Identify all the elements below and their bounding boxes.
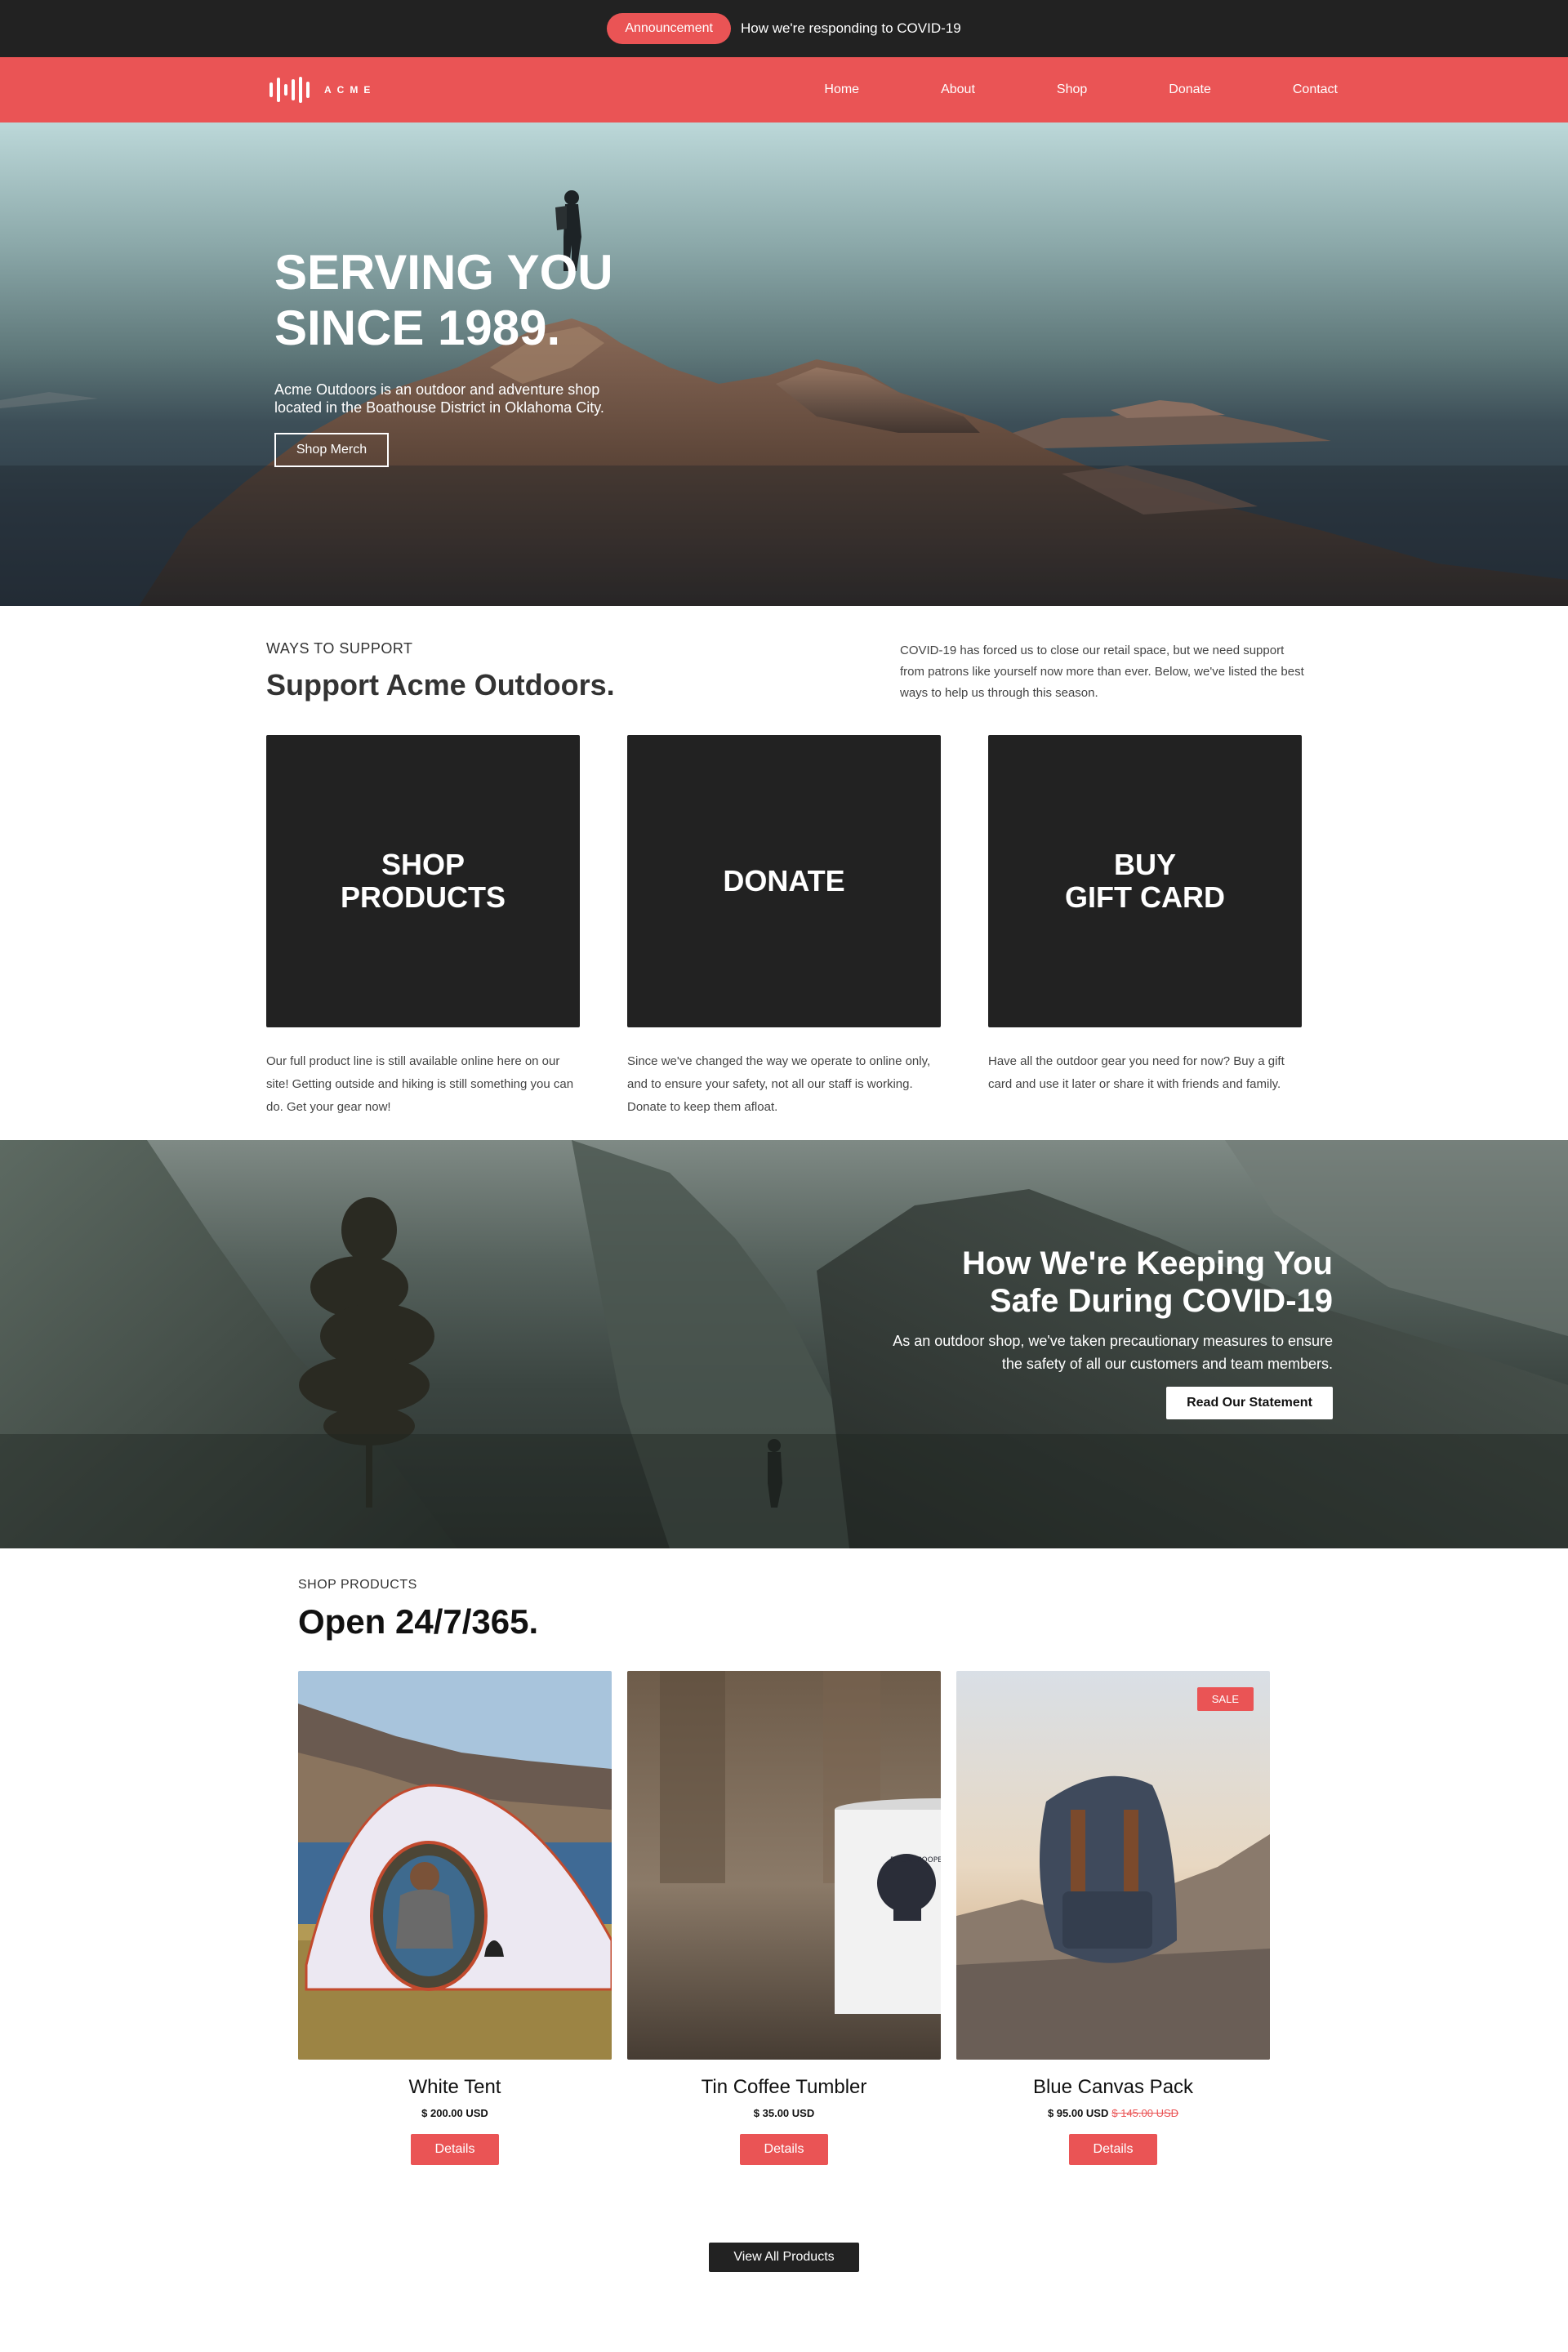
mug-print: DECAF POOPER: [890, 1856, 941, 1864]
nav-link-shop[interactable]: Shop: [1057, 82, 1087, 97]
shop-products-description: Our full product line is still available…: [266, 1054, 574, 1114]
hero-title-line2: SINCE 1989.: [274, 301, 561, 355]
nav-link-contact[interactable]: Contact: [1293, 82, 1338, 97]
brand-logo[interactable]: ACME: [270, 77, 376, 103]
donate-card-label: DONATE: [723, 864, 845, 898]
announcement-badge[interactable]: Announcement: [607, 13, 731, 44]
nav-link-donate[interactable]: Donate: [1169, 82, 1211, 97]
gift-card-card[interactable]: BUY GIFT CARD: [988, 735, 1302, 1027]
product-name: Blue Canvas Pack: [1032, 2076, 1194, 2098]
donate-description: Since we've changed the way we operate t…: [627, 1054, 931, 1114]
shop-products-card[interactable]: SHOP PRODUCTS: [266, 735, 580, 1027]
support-intro: COVID-19 has forced us to close our reta…: [900, 644, 1304, 700]
shop-products-card-label: SHOP PRODUCTS: [340, 848, 506, 914]
covid-section: How We're Keeping You Safe During COVID-…: [0, 1140, 1568, 1548]
white-tent-image[interactable]: [298, 1671, 612, 2060]
covid-title: How We're Keeping You Safe During COVID-…: [875, 1245, 1333, 1320]
shop-title: Open 24/7/365.: [298, 1602, 539, 1641]
hero-background-image: [0, 190, 1568, 606]
shop-merch-button[interactable]: Shop Merch: [274, 433, 389, 467]
donate-card[interactable]: DONATE: [627, 735, 941, 1027]
announcement-bar: Announcement How we're responding to COV…: [0, 0, 1568, 57]
covid-background-image: [0, 1140, 1568, 1548]
support-title: Support Acme Outdoors.: [266, 668, 615, 702]
product-card-blue-canvas-pack: SALE Blue Canvas Pack $ 95.00 USD $ 145.0…: [956, 1671, 1270, 2165]
support-section: WAYS TO SUPPORT Support Acme Outdoors. C…: [0, 606, 1568, 1140]
covid-title-line2: Safe During COVID-19: [989, 1283, 1333, 1319]
price-current: $ 35.00 USD: [753, 2107, 815, 2119]
tin-coffee-tumbler-details-button[interactable]: Details: [740, 2134, 828, 2165]
view-all-products-button[interactable]: View All Products: [709, 2243, 859, 2272]
covid-description: As an outdoor shop, we've taken precauti…: [893, 1333, 1333, 1372]
product-card-white-tent: White Tent $ 200.00 USD Details: [298, 1671, 612, 2165]
price-current: $ 95.00 USD: [1047, 2107, 1109, 2119]
nav-link-home[interactable]: Home: [824, 82, 859, 97]
main-navbar: ACME Home About Shop Donate Contact: [0, 57, 1568, 122]
hero-description: Acme Outdoors is an outdoor and adventur…: [274, 381, 604, 416]
sale-badge: SALE: [1196, 1687, 1254, 1711]
hero-content: SERVING YOU SINCE 1989. Acme Outdoors is…: [274, 245, 617, 467]
product-price: $ 200.00 USD: [298, 2107, 612, 2119]
nav-link-about[interactable]: About: [941, 82, 975, 97]
covid-content: How We're Keeping You Safe During COVID-…: [875, 1245, 1333, 1419]
announcement-link[interactable]: How we're responding to COVID-19: [741, 20, 961, 37]
price-original: $ 145.00 USD: [1111, 2107, 1179, 2119]
tin-coffee-tumbler-image[interactable]: DECAF POOPER: [627, 1671, 941, 2060]
shop-section: SHOP PRODUCTS Open 24/7/365. White Tent …: [0, 1548, 1568, 2352]
hero-title: SERVING YOU SINCE 1989.: [274, 245, 617, 356]
product-price: $ 95.00 USD $ 145.00 USD: [956, 2107, 1270, 2119]
hero-title-line1: SERVING YOU: [274, 245, 613, 300]
gift-card-card-label: BUY GIFT CARD: [1065, 848, 1225, 914]
white-tent-details-button[interactable]: Details: [411, 2134, 499, 2165]
logo-bars-icon: [270, 77, 310, 103]
blue-canvas-pack-details-button[interactable]: Details: [1069, 2134, 1157, 2165]
nav-menu: Home About Shop Donate Contact: [742, 57, 1338, 122]
product-name: Tin Coffee Tumbler: [701, 2076, 867, 2098]
logo-wordmark: ACME: [324, 84, 376, 96]
product-price: $ 35.00 USD: [627, 2107, 941, 2119]
price-current: $ 200.00 USD: [421, 2107, 488, 2119]
product-name: White Tent: [408, 2076, 501, 2098]
hero-section: SERVING YOU SINCE 1989. Acme Outdoors is…: [0, 122, 1568, 606]
covid-title-line1: How We're Keeping You: [961, 1245, 1333, 1281]
shop-eyebrow: SHOP PRODUCTS: [298, 1578, 417, 1592]
read-statement-button[interactable]: Read Our Statement: [1166, 1387, 1333, 1419]
product-card-tin-coffee-tumbler: DECAF POOPER Tin Coffee Tumbler $ 35.00 …: [627, 1671, 941, 2165]
blue-canvas-pack-image[interactable]: SALE: [956, 1671, 1270, 2060]
support-eyebrow: WAYS TO SUPPORT: [266, 640, 413, 657]
gift-card-description: Have all the outdoor gear you need for n…: [988, 1054, 1285, 1091]
